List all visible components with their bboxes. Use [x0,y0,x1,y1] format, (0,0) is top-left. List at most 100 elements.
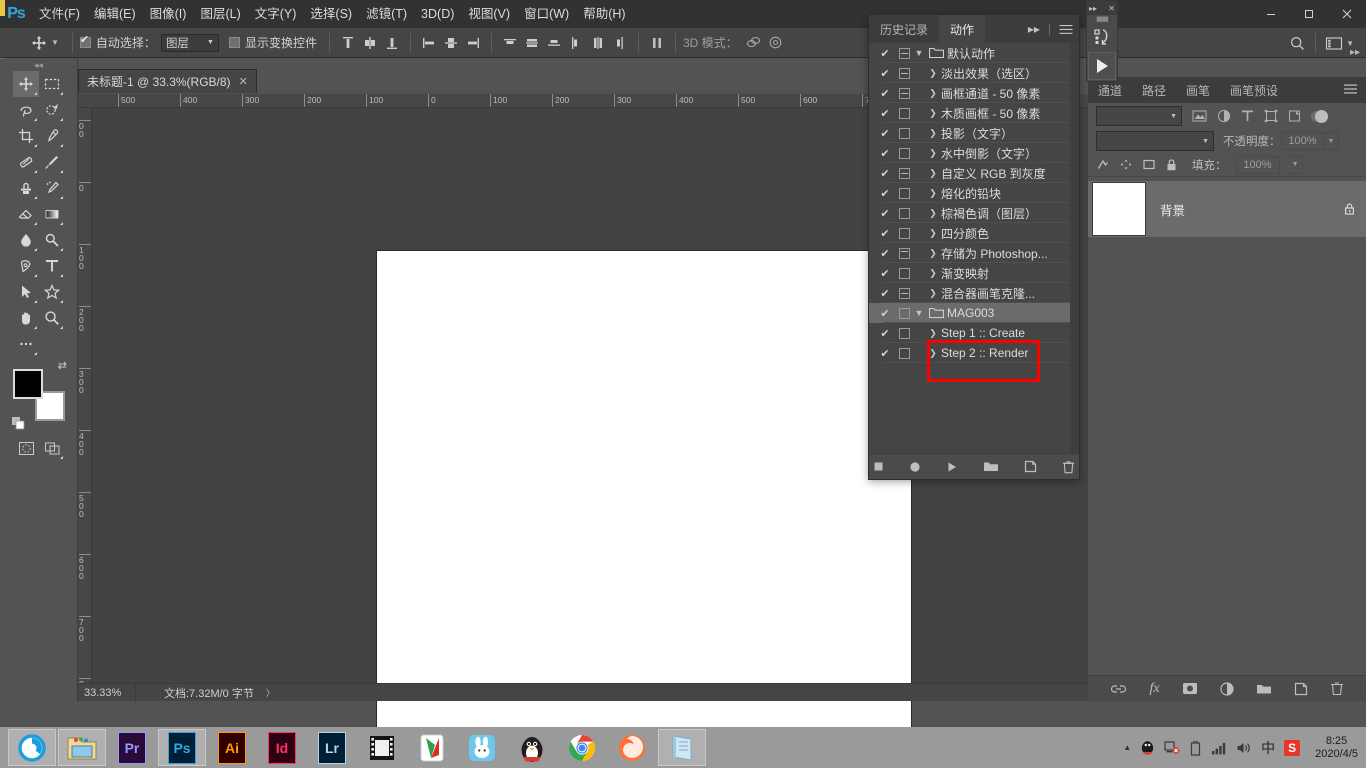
expand-chevron-right-icon[interactable]: ❯ [925,248,941,259]
history-brush-tool-icon[interactable] [39,175,65,201]
delete-layer-icon[interactable] [1330,681,1344,696]
menu-item-5[interactable]: 选择(S) [303,0,359,28]
action-dialog-toggle[interactable] [897,47,911,59]
action-enabled-checkbox[interactable]: ✔ [878,207,892,220]
auto-select-checkbox[interactable] [79,33,91,48]
action-dialog-toggle[interactable] [897,267,911,279]
expand-chevron-right-icon[interactable]: ❯ [925,188,941,199]
fill-chevron-down-icon[interactable]: ▼ [1288,155,1303,174]
expand-chevron-right-icon[interactable]: ❯ [925,88,941,99]
taskbar-item-adobe-photoshop[interactable]: Ps [158,729,206,766]
taskbar-item-wps-office[interactable] [408,729,456,766]
crop-tool-icon[interactable] [13,123,39,149]
hand-tool-icon[interactable] [13,305,39,331]
opacity-value[interactable]: 100% [1280,132,1325,150]
action-row[interactable]: ✔ ❯ 四分颜色 [869,223,1079,243]
filter-toggle[interactable] [1311,109,1328,123]
action-row[interactable]: ✔ ❯ 存储为 Photoshop... [869,243,1079,263]
expand-chevron-right-icon[interactable]: ❯ [925,348,941,359]
action-enabled-checkbox[interactable]: ✔ [878,87,892,100]
default-colors-icon[interactable] [12,417,26,431]
action-row[interactable]: ✔ ❯ 木质画框 - 50 像素 [869,103,1079,123]
play-action-icon[interactable] [1088,52,1116,80]
maximize-button[interactable] [1290,0,1328,28]
menu-item-1[interactable]: 编辑(E) [87,0,143,28]
menu-item-3[interactable]: 图层(L) [193,0,247,28]
action-row[interactable]: ✔ ❯ Step 1 :: Create [869,323,1079,343]
action-dialog-toggle[interactable] [897,67,911,79]
mini-panel-grip[interactable]: ▮▮▮▮ [1087,15,1117,23]
menu-item-9[interactable]: 窗口(W) [517,0,576,28]
action-dialog-toggle[interactable] [897,107,911,119]
network-disconnected-icon[interactable] [1164,740,1180,755]
status-chevron-right-icon[interactable]: 〉 [266,686,275,699]
action-row[interactable]: ✔ ❯ 渐变映射 [869,263,1079,283]
collapse-panels-icon[interactable]: ▸▸ [1350,47,1360,58]
workspace-icon[interactable] [1323,32,1345,54]
taskbar-item-rabbit-app[interactable] [458,729,506,766]
taskbar-item-adobe-lightroom[interactable]: Lr [308,729,356,766]
healing-brush-tool-icon[interactable] [13,149,39,175]
blend-mode-dropdown[interactable]: ▼ [1096,131,1214,151]
expand-chevron-right-icon[interactable]: ❯ [925,288,941,299]
expand-chevron-right-icon[interactable]: ❯ [925,208,941,219]
action-enabled-checkbox[interactable]: ✔ [878,267,892,280]
taskbar-item-video-editor[interactable] [358,729,406,766]
action-dialog-toggle[interactable] [897,167,911,179]
adjustment-filter-icon[interactable] [1217,109,1231,123]
menu-item-10[interactable]: 帮助(H) [576,0,632,28]
action-row[interactable]: ✔ ❯ Step 2 :: Render [869,343,1079,363]
expand-chevron-right-icon[interactable]: ❯ [925,328,941,339]
align-vertical-centers-button[interactable] [359,32,381,54]
move-tool-icon[interactable] [13,71,39,97]
foreground-color-swatch[interactable] [13,369,43,399]
lock-all-icon[interactable] [1165,158,1178,172]
expand-chevron-right-icon[interactable]: ❯ [925,228,941,239]
action-row[interactable]: ✔ ❯ 水中倒影（文字） [869,143,1079,163]
expand-chevron-right-icon[interactable]: ❯ [925,68,941,79]
layers-tab-3[interactable]: 画笔预设 [1220,77,1288,103]
toolbar-drag-handle[interactable]: ◂◂ [0,59,77,71]
taskbar-item-qq-messenger[interactable] [508,729,556,766]
filter-kind-dropdown[interactable]: ▼ [1096,106,1182,126]
distribute-right-edges-button[interactable] [609,32,631,54]
action-enabled-checkbox[interactable]: ✔ [878,247,892,260]
new-set-icon[interactable] [983,460,999,473]
new-action-icon[interactable] [1024,460,1037,473]
action-dialog-toggle[interactable] [897,287,911,299]
action-dialog-toggle[interactable] [897,187,911,199]
brush-tool-icon[interactable] [39,149,65,175]
signal-bars-icon[interactable] [1211,741,1227,755]
expand-chevron-right-icon[interactable]: ❯ [925,148,941,159]
new-group-icon[interactable] [1256,682,1272,695]
document-tab[interactable]: 未标题-1 @ 33.3%(RGB/8) ✕ [78,69,257,93]
action-enabled-checkbox[interactable]: ✔ [878,187,892,200]
action-enabled-checkbox[interactable]: ✔ [878,307,892,320]
quick-selection-tool-icon[interactable] [39,97,65,123]
search-icon[interactable] [1286,32,1308,54]
menu-item-8[interactable]: 视图(V) [461,0,517,28]
align-horizontal-centers-button[interactable] [440,32,462,54]
quick-mask-icon[interactable] [13,435,39,461]
taskbar-item-notepad-window[interactable] [658,729,706,766]
taskbar-item-file-explorer[interactable] [58,729,106,766]
qq-tray-icon[interactable] [1140,739,1155,756]
action-row[interactable]: ✔ ❯ 淡出效果（选区） [869,63,1079,83]
close-icon[interactable]: ✕ [1108,4,1115,13]
action-enabled-checkbox[interactable]: ✔ [878,107,892,120]
action-row[interactable]: ✔ ❯ 自定义 RGB 到灰度 [869,163,1079,183]
layer-thumbnail[interactable] [1092,182,1146,236]
marquee-tool-icon[interactable] [39,71,65,97]
align-right-edges-button[interactable] [462,32,484,54]
eyedropper-tool-icon[interactable] [39,123,65,149]
action-dialog-toggle[interactable] [897,147,911,159]
distribute-horizontal-centers-button[interactable] [587,32,609,54]
expand-chevron-down-icon[interactable]: ▼ [911,48,927,58]
swap-colors-icon[interactable]: ⇄ [58,359,67,372]
type-tool-icon[interactable] [39,253,65,279]
taskbar-item-adobe-indesign[interactable]: Id [258,729,306,766]
action-enabled-checkbox[interactable]: ✔ [878,227,892,240]
tool-preset-chevron-down-icon[interactable]: ▼ [51,38,59,47]
align-bottom-edges-button[interactable] [381,32,403,54]
lock-image-icon[interactable] [1119,158,1133,171]
